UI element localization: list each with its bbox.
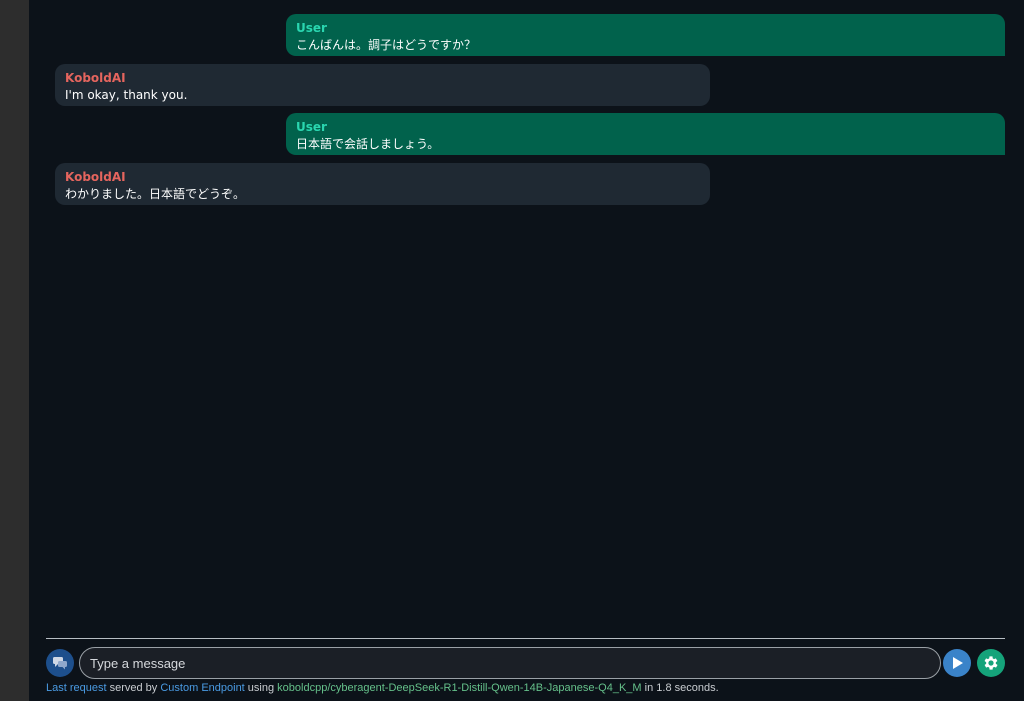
chat-mode-button[interactable] <box>46 649 74 677</box>
message-text: こんばんは。調子はどうですか？ <box>296 38 477 52</box>
left-sidebar-strip <box>0 0 29 701</box>
status-text: in <box>641 682 657 694</box>
speaker-name: User <box>296 120 327 134</box>
chat-log: User こんばんは。調子はどうですか？ KoboldAI I'm okay, … <box>29 0 1024 638</box>
speaker-name: KoboldAI <box>65 170 126 184</box>
request-duration: 1.8 seconds. <box>656 682 719 694</box>
speaker-name: User <box>296 21 327 35</box>
status-text: served by <box>106 682 161 694</box>
chat-bubbles-icon <box>53 657 67 670</box>
speaker-name: KoboldAI <box>65 71 126 85</box>
status-line: Last request served by Custom Endpoint u… <box>46 682 719 694</box>
model-name: koboldcpp/cyberagent-DeepSeek-R1-Distill… <box>277 682 642 694</box>
message-text: I'm okay, thank you. <box>65 88 188 102</box>
send-button[interactable] <box>943 649 971 677</box>
message-text: 日本語で会話しましょう。 <box>296 137 440 151</box>
play-send-icon <box>953 657 963 669</box>
message-text: わかりました。日本語でどうぞ。 <box>65 187 246 201</box>
message-ai: KoboldAI I'm okay, thank you. <box>55 64 710 106</box>
settings-button[interactable] <box>977 649 1005 677</box>
gear-icon <box>984 656 998 670</box>
message-ai: KoboldAI わかりました。日本語でどうぞ。 <box>55 163 710 205</box>
status-text: using <box>244 682 278 694</box>
message-user: User 日本語で会話しましょう。 <box>286 113 1005 155</box>
message-input[interactable] <box>79 647 941 679</box>
message-user: User こんばんは。調子はどうですか？ <box>286 14 1005 56</box>
last-request-link[interactable]: Last request <box>46 682 107 694</box>
endpoint-link[interactable]: Custom Endpoint <box>160 682 244 694</box>
